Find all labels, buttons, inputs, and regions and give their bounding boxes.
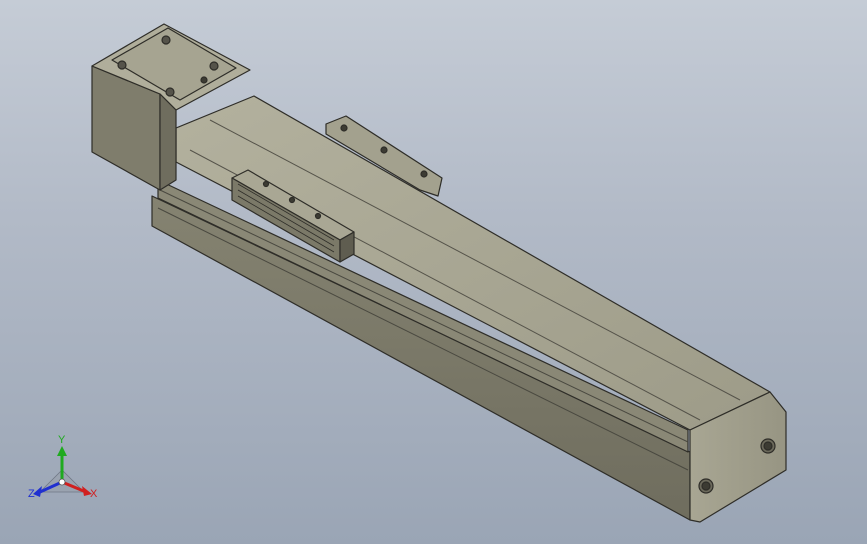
triad-z-label: Z [28,488,35,500]
carriage-hole [262,180,270,188]
carriage-hole [314,212,322,220]
carriage-hole [288,196,296,204]
coordinate-triad[interactable]: Y X Z [28,434,98,500]
triad-y-label: Y [58,434,66,446]
model-canvas[interactable]: Y X Z [0,0,867,544]
actuator-body[interactable] [91,23,787,523]
triad-y-arrow [57,446,67,456]
flange-bolt-hole [209,61,219,71]
motor-block-side [159,93,177,191]
end-cap-hole [701,481,711,491]
3d-graphics-viewport[interactable]: Y X Z [0,0,867,544]
bracket-hole [380,146,388,154]
flange-bolt-hole [161,35,171,45]
flange-center-hole [200,76,208,84]
bracket-hole [340,124,348,132]
triad-x-label: X [90,488,98,500]
flange-bolt-hole [165,87,175,97]
bracket-hole [420,170,428,178]
flange-bolt-hole [117,60,127,70]
end-cap-hole [763,441,773,451]
triad-origin [58,478,66,486]
